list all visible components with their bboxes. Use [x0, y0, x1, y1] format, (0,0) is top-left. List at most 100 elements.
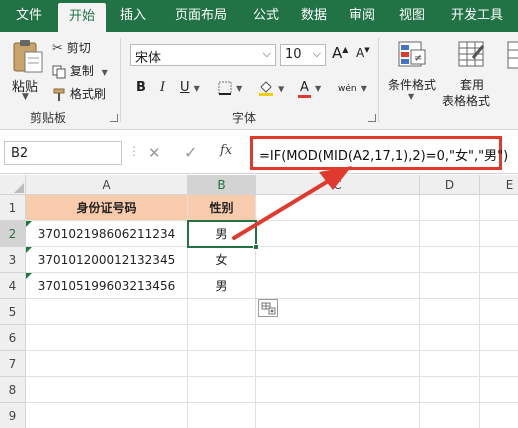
- cell-b5[interactable]: [188, 299, 256, 325]
- cell-a7[interactable]: [26, 351, 188, 377]
- enter-icon[interactable]: ✓: [184, 143, 197, 162]
- row-header-5[interactable]: 5: [0, 299, 26, 325]
- italic-button[interactable]: I: [160, 80, 165, 95]
- worksheet-grid: A B C D E 1 2 3 4 5 6 7 8 9 身份证号码 性别 370…: [0, 175, 518, 428]
- font-color-button[interactable]: A ▼: [298, 80, 321, 98]
- clipboard-dialog-launcher-icon[interactable]: [110, 114, 118, 122]
- name-box[interactable]: B2: [4, 141, 122, 165]
- cell-b7[interactable]: [188, 351, 256, 377]
- tab-developer[interactable]: 开发工具: [440, 0, 514, 32]
- conditional-format-button[interactable]: ≠ 条件格式 ▼: [384, 38, 440, 106]
- quick-analysis-icon[interactable]: [258, 299, 278, 317]
- tab-formulas[interactable]: 公式: [244, 0, 288, 32]
- cell-c9[interactable]: [256, 403, 420, 428]
- bold-button[interactable]: B: [136, 80, 146, 95]
- cell-c3[interactable]: [256, 247, 420, 273]
- grow-font-button[interactable]: A▲: [332, 44, 348, 62]
- cell-b9[interactable]: [188, 403, 256, 428]
- error-indicator-icon: [26, 221, 32, 227]
- cell-d5[interactable]: [420, 299, 480, 325]
- cell-a4[interactable]: 370105199603213456: [26, 273, 188, 299]
- formula-input[interactable]: =IF(MOD(MID(A2,17,1),2)=0,"女","男"): [250, 136, 508, 170]
- cell-b1[interactable]: 性别: [188, 195, 256, 221]
- cell-e7[interactable]: [480, 351, 518, 377]
- cell-d1[interactable]: [420, 195, 480, 221]
- column-header-c[interactable]: C: [256, 175, 420, 195]
- row-header-8[interactable]: 8: [0, 377, 26, 403]
- cell-b3[interactable]: 女: [188, 247, 256, 273]
- cell-d7[interactable]: [420, 351, 480, 377]
- cell-d2[interactable]: [420, 221, 480, 247]
- cell-c6[interactable]: [256, 325, 420, 351]
- cell-d3[interactable]: [420, 247, 480, 273]
- format-painter-button[interactable]: 格式刷: [52, 85, 106, 102]
- cut-button[interactable]: ✂ 剪切: [52, 39, 91, 56]
- cell-e6[interactable]: [480, 325, 518, 351]
- column-header-e[interactable]: E: [480, 175, 518, 195]
- row-header-3[interactable]: 3: [0, 247, 26, 273]
- cell-d8[interactable]: [420, 377, 480, 403]
- borders-button[interactable]: ▼: [218, 80, 242, 95]
- cell-b8[interactable]: [188, 377, 256, 403]
- row-header-9[interactable]: 9: [0, 403, 26, 428]
- cell-c8[interactable]: [256, 377, 420, 403]
- name-box-value: B2: [11, 146, 29, 161]
- fill-handle[interactable]: [253, 244, 259, 250]
- tab-insert[interactable]: 插入: [110, 0, 156, 32]
- cell-e1[interactable]: [480, 195, 518, 221]
- column-header-b[interactable]: B: [188, 175, 256, 195]
- cell-styles-button[interactable]: [506, 40, 518, 100]
- cell-d4[interactable]: [420, 273, 480, 299]
- paste-button[interactable]: 粘贴 ▼: [8, 38, 48, 104]
- cancel-icon[interactable]: ✕: [148, 144, 161, 162]
- shrink-font-button[interactable]: A▼: [356, 46, 370, 60]
- cell-a6[interactable]: [26, 325, 188, 351]
- cell-c4[interactable]: [256, 273, 420, 299]
- row-header-1[interactable]: 1: [0, 195, 26, 221]
- cell-a5[interactable]: [26, 299, 188, 325]
- insert-function-icon[interactable]: fx: [220, 143, 232, 158]
- cell-a2[interactable]: 370102198606211234: [26, 221, 188, 247]
- cell-b4[interactable]: 男: [188, 273, 256, 299]
- cell-a9[interactable]: [26, 403, 188, 428]
- drag-handle-icon[interactable]: ⋮: [128, 144, 140, 158]
- active-cell-selection[interactable]: [187, 220, 257, 248]
- row-header-6[interactable]: 6: [0, 325, 26, 351]
- copy-button[interactable]: 复制 ▼: [52, 62, 108, 79]
- font-dialog-launcher-icon[interactable]: [368, 114, 376, 122]
- cell-e5[interactable]: [480, 299, 518, 325]
- tab-data[interactable]: 数据: [292, 0, 336, 32]
- cell-c2[interactable]: [256, 221, 420, 247]
- cell-a8[interactable]: [26, 377, 188, 403]
- cell-e9[interactable]: [480, 403, 518, 428]
- format-as-table-button[interactable]: 套用 表格格式: [440, 38, 504, 108]
- cell-c1[interactable]: [256, 195, 420, 221]
- row-header-2[interactable]: 2: [0, 221, 26, 247]
- row-header-4[interactable]: 4: [0, 273, 26, 299]
- tab-home[interactable]: 开始: [58, 3, 106, 32]
- underline-button[interactable]: U ▼: [180, 80, 200, 95]
- cell-d6[interactable]: [420, 325, 480, 351]
- column-header-a[interactable]: A: [26, 175, 188, 195]
- cell-d9[interactable]: [420, 403, 480, 428]
- fill-color-button[interactable]: ▼: [258, 80, 284, 96]
- tab-file[interactable]: 文件: [4, 0, 54, 32]
- phonetic-guide-button[interactable]: wén ▼: [338, 80, 367, 95]
- cell-c5[interactable]: [256, 299, 420, 325]
- ribbon-tab-bar: 文件 开始 插入 页面布局 公式 数据 审阅 视图 开发工具: [0, 0, 518, 32]
- cell-a3[interactable]: 370101200012132345: [26, 247, 188, 273]
- cell-e2[interactable]: [480, 221, 518, 247]
- cell-a1[interactable]: 身份证号码: [26, 195, 188, 221]
- cell-b6[interactable]: [188, 325, 256, 351]
- font-name-select[interactable]: 宋体 ⌵: [130, 44, 276, 66]
- tab-page-layout[interactable]: 页面布局: [162, 0, 240, 32]
- cell-e4[interactable]: [480, 273, 518, 299]
- column-header-d[interactable]: D: [420, 175, 480, 195]
- cell-e8[interactable]: [480, 377, 518, 403]
- cell-c7[interactable]: [256, 351, 420, 377]
- tab-view[interactable]: 视图: [390, 0, 434, 32]
- tab-review[interactable]: 审阅: [340, 0, 384, 32]
- row-header-7[interactable]: 7: [0, 351, 26, 377]
- font-size-select[interactable]: 10 ⌵: [280, 44, 326, 66]
- cell-e3[interactable]: [480, 247, 518, 273]
